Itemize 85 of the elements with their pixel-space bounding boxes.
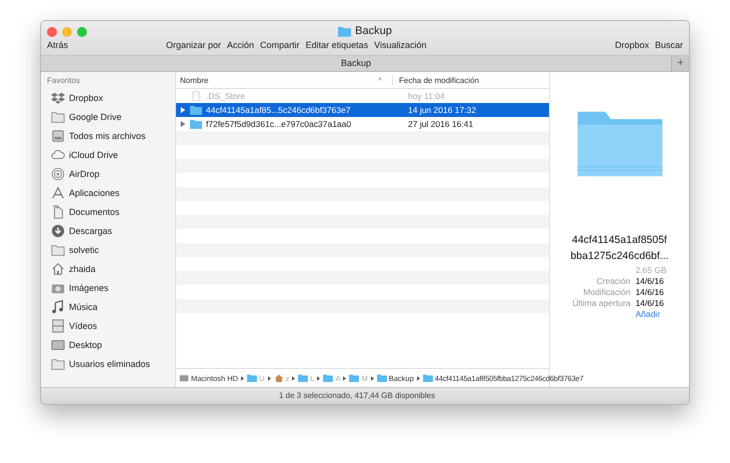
toolbar-button[interactable]: Dropbox: [614, 40, 649, 50]
drawer-icon: [51, 128, 65, 142]
modified-date: 27 jul 2016 16:41: [407, 119, 474, 129]
music-icon: [51, 300, 65, 314]
detail-label: Última apertura: [572, 298, 630, 309]
sidebar-item[interactable]: AirDrop: [47, 164, 175, 183]
folder-icon: [190, 119, 202, 129]
folder-icon: [51, 110, 65, 124]
detail-label: Modificación: [582, 287, 630, 298]
sidebar-item[interactable]: Documentos: [47, 202, 175, 221]
chevron-icon: [343, 376, 346, 380]
download-icon: [51, 224, 65, 238]
sidebar-item[interactable]: Descargas: [47, 221, 175, 240]
minimize-button[interactable]: [62, 27, 72, 37]
folder-icon: [51, 356, 65, 370]
sidebar-item[interactable]: zhaida: [47, 259, 175, 278]
chevron-icon: [416, 376, 420, 380]
home-icon: [274, 374, 284, 382]
toolbar-button[interactable]: Organizar por: [166, 40, 222, 50]
film-icon: [51, 318, 65, 332]
status-bar: 1 de 3 seleccionado, 417,44 GB disponibles: [41, 387, 689, 404]
chevron-icon: [292, 376, 296, 380]
chevron-icon: [268, 376, 271, 380]
folder-icon: [190, 105, 202, 115]
folder-icon: [298, 374, 308, 382]
toolbar-button[interactable]: Editar etiquetas: [306, 40, 368, 50]
detail-value: 14/6/16: [635, 298, 665, 309]
disclosure-triangle-icon[interactable]: [180, 121, 186, 127]
display-icon: [51, 338, 65, 352]
folder-icon: [349, 374, 360, 382]
folder-icon: [422, 374, 433, 382]
detail-value: 14/6/16: [635, 287, 665, 298]
sidebar-item[interactable]: Desktop: [47, 335, 175, 354]
close-button[interactable]: [47, 27, 57, 37]
folder-icon: [323, 374, 334, 382]
apps-icon: [51, 186, 65, 200]
tab[interactable]: Backup: [41, 56, 671, 71]
window-title: Backup: [355, 25, 392, 37]
zoom-button[interactable]: [77, 27, 87, 37]
chevron-icon: [241, 376, 244, 380]
file-size: 2,65 GB: [635, 265, 667, 276]
file-row[interactable]: 44cf41145a1af85...5c246cd6bf3763e7 14 jun 2016 17:32: [176, 103, 549, 117]
toolbar-button[interactable]: Compartir: [260, 40, 300, 50]
sidebar-item[interactable]: Imágenes: [47, 278, 175, 297]
folder-icon: [376, 374, 387, 382]
sort-indicator: ^: [378, 76, 393, 84]
toolbar-button[interactable]: Buscar: [654, 40, 683, 50]
folder-icon: [338, 26, 352, 36]
folder-icon: [247, 374, 258, 382]
file-row[interactable]: f72fe57f5d9d361c...e797c0ac37a1aa0 27 jul 2016 16:41: [176, 117, 549, 131]
sidebar-item[interactable]: Usuarios eliminados: [47, 354, 175, 373]
toolbar-button[interactable]: Acción: [227, 40, 254, 50]
modified-date: hoy 11:04: [407, 91, 445, 101]
sidebar-item[interactable]: Aplicaciones: [47, 183, 175, 202]
home-icon: [51, 262, 65, 276]
sidebar-heading: Favoritos: [47, 76, 81, 85]
sidebar-item[interactable]: solvetic: [47, 240, 175, 259]
file-name: .DS_Store: [206, 91, 246, 101]
folder-icon: [51, 242, 65, 256]
sidebar-item[interactable]: Música: [47, 297, 175, 316]
sidebar-item[interactable]: Dropbox: [47, 88, 175, 107]
detail-value: 14/6/16: [635, 276, 665, 287]
sidebar-item[interactable]: Todos mis archivos: [47, 126, 175, 145]
sidebar-item[interactable]: iCloud Drive: [47, 145, 175, 164]
new-tab-button[interactable]: +: [671, 56, 689, 71]
chevron-icon: [317, 376, 320, 380]
modified-date: 14 jun 2016 17:32: [407, 105, 476, 115]
cloud-icon: [51, 148, 65, 162]
add-tags-link[interactable]: Añadir: [635, 309, 667, 320]
chevron-icon: [370, 376, 374, 380]
back-button[interactable]: Atrás: [47, 40, 68, 50]
detail-label: Creación: [595, 276, 630, 287]
disclosure-triangle-icon[interactable]: [180, 107, 186, 113]
file-name: 44cf41145a1af85...5c246cd6bf3763e7: [206, 105, 352, 115]
column-header[interactable]: Fecha de modificación: [393, 76, 549, 84]
sidebar-item[interactable]: Google Drive: [47, 107, 175, 126]
dropbox-icon: [51, 90, 65, 104]
sidebar-item[interactable]: Vídeos: [47, 316, 175, 335]
document-icon: [190, 91, 202, 101]
column-header[interactable]: Nombre: [176, 76, 378, 84]
toolbar-button[interactable]: Visualización: [374, 40, 426, 50]
airdrop-icon: [51, 166, 65, 180]
file-name: f72fe57f5d9d361c...e797c0ac37a1aa0: [206, 119, 352, 129]
docs-icon: [51, 204, 65, 218]
file-name: 44cf41145a1af8505f bba1275c246cd6bf...: [570, 233, 669, 264]
